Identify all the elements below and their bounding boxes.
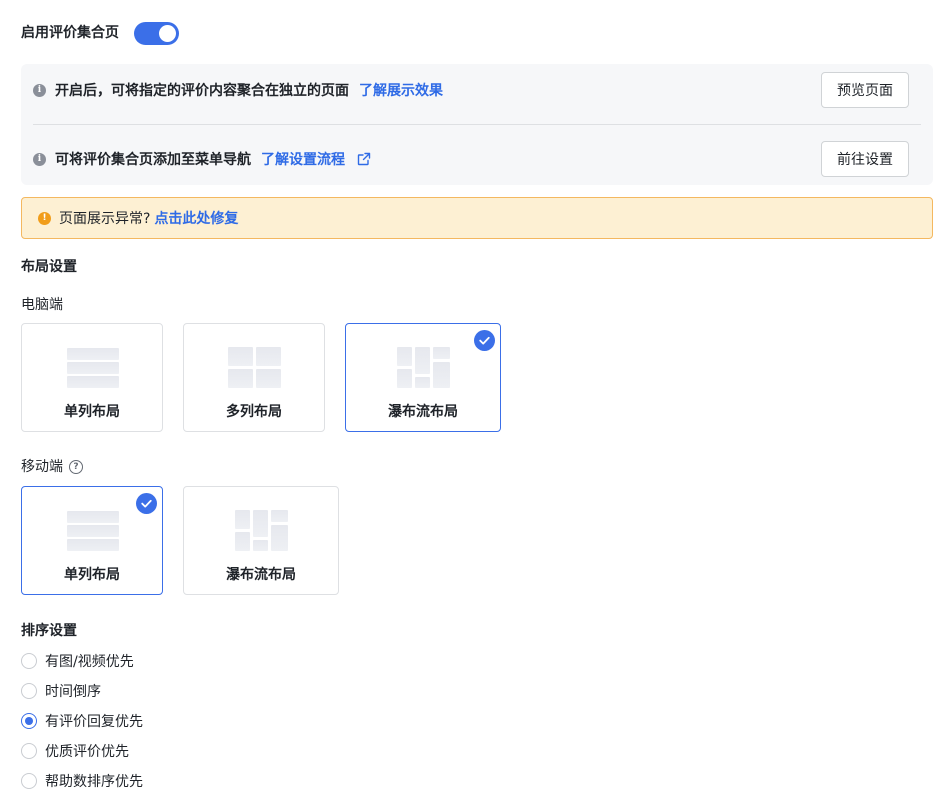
selected-check-icon xyxy=(474,330,495,351)
radio-label: 帮助数排序优先 xyxy=(45,774,143,790)
multi-column-thumbnail xyxy=(228,347,281,389)
warning-banner: ! 页面展示异常? 点击此处修复 xyxy=(21,197,933,239)
learn-display-effect-link[interactable]: 了解展示效果 xyxy=(359,80,443,100)
waterfall-thumbnail xyxy=(235,510,288,552)
sort-option-time-desc[interactable]: 时间倒序 xyxy=(21,681,101,701)
enable-collection-toggle[interactable] xyxy=(134,22,179,45)
single-column-thumbnail xyxy=(67,348,119,389)
radio-label: 时间倒序 xyxy=(45,684,101,700)
info-divider xyxy=(33,124,921,125)
radio-button[interactable] xyxy=(21,653,37,669)
mobile-layout-waterfall[interactable]: 瀑布流布局 xyxy=(183,486,339,595)
info-row-navigation: i 可将评价集合页添加至菜单导航 了解设置流程 前往设置 xyxy=(33,141,921,177)
preview-page-button[interactable]: 预览页面 xyxy=(821,72,909,108)
enable-collection-label: 启用评价集合页 xyxy=(21,25,119,41)
mobile-layout-single-column[interactable]: 单列布局 xyxy=(21,486,163,595)
mobile-title-row: 移动端 ? xyxy=(21,458,83,476)
go-to-settings-button[interactable]: 前往设置 xyxy=(821,141,909,177)
desktop-layout-waterfall[interactable]: 瀑布流布局 xyxy=(345,323,501,432)
desktop-layout-single-column[interactable]: 单列布局 xyxy=(21,323,163,432)
card-label: 瀑布流布局 xyxy=(226,567,296,583)
info-icon: i xyxy=(33,83,46,97)
mobile-title: 移动端 xyxy=(21,459,63,475)
sort-settings-title: 排序设置 xyxy=(21,623,77,639)
card-label: 多列布局 xyxy=(226,404,282,420)
card-label: 瀑布流布局 xyxy=(388,404,458,420)
info-panel: i 开启后，可将指定的评价内容聚合在独立的页面 了解展示效果 预览页面 i 可将… xyxy=(21,64,933,185)
radio-button[interactable] xyxy=(21,683,37,699)
warning-icon: ! xyxy=(38,211,51,225)
radio-label: 有图/视频优先 xyxy=(45,654,134,670)
radio-button-checked[interactable] xyxy=(21,713,37,729)
selected-check-icon xyxy=(136,493,157,514)
layout-settings-title: 布局设置 xyxy=(21,259,77,275)
waterfall-thumbnail xyxy=(397,347,450,389)
help-icon[interactable]: ? xyxy=(69,460,83,474)
desktop-layout-multi-column[interactable]: 多列布局 xyxy=(183,323,325,432)
sort-option-reply-first[interactable]: 有评价回复优先 xyxy=(21,711,143,731)
single-column-thumbnail xyxy=(67,511,119,552)
radio-label: 有评价回复优先 xyxy=(45,714,143,730)
radio-button[interactable] xyxy=(21,773,37,789)
radio-label: 优质评价优先 xyxy=(45,744,129,760)
sort-option-media-first[interactable]: 有图/视频优先 xyxy=(21,651,134,671)
desktop-title: 电脑端 xyxy=(21,297,63,313)
card-label: 单列布局 xyxy=(64,567,120,583)
fix-here-link[interactable]: 点击此处修复 xyxy=(154,208,238,228)
info-icon: i xyxy=(33,152,46,166)
info-text-preview: 开启后，可将指定的评价内容聚合在独立的页面 xyxy=(55,83,349,99)
learn-setup-process-link[interactable]: 了解设置流程 xyxy=(261,149,345,169)
sort-option-helpful-first[interactable]: 帮助数排序优先 xyxy=(21,771,143,791)
external-link-icon[interactable] xyxy=(357,152,371,166)
sort-option-quality-first[interactable]: 优质评价优先 xyxy=(21,741,129,761)
info-row-preview: i 开启后，可将指定的评价内容聚合在独立的页面 了解展示效果 预览页面 xyxy=(33,72,921,108)
radio-button[interactable] xyxy=(21,743,37,759)
toggle-knob xyxy=(159,25,176,42)
warning-text: 页面展示异常? xyxy=(59,211,151,227)
info-text-navigation: 可将评价集合页添加至菜单导航 xyxy=(55,152,251,168)
card-label: 单列布局 xyxy=(64,404,120,420)
